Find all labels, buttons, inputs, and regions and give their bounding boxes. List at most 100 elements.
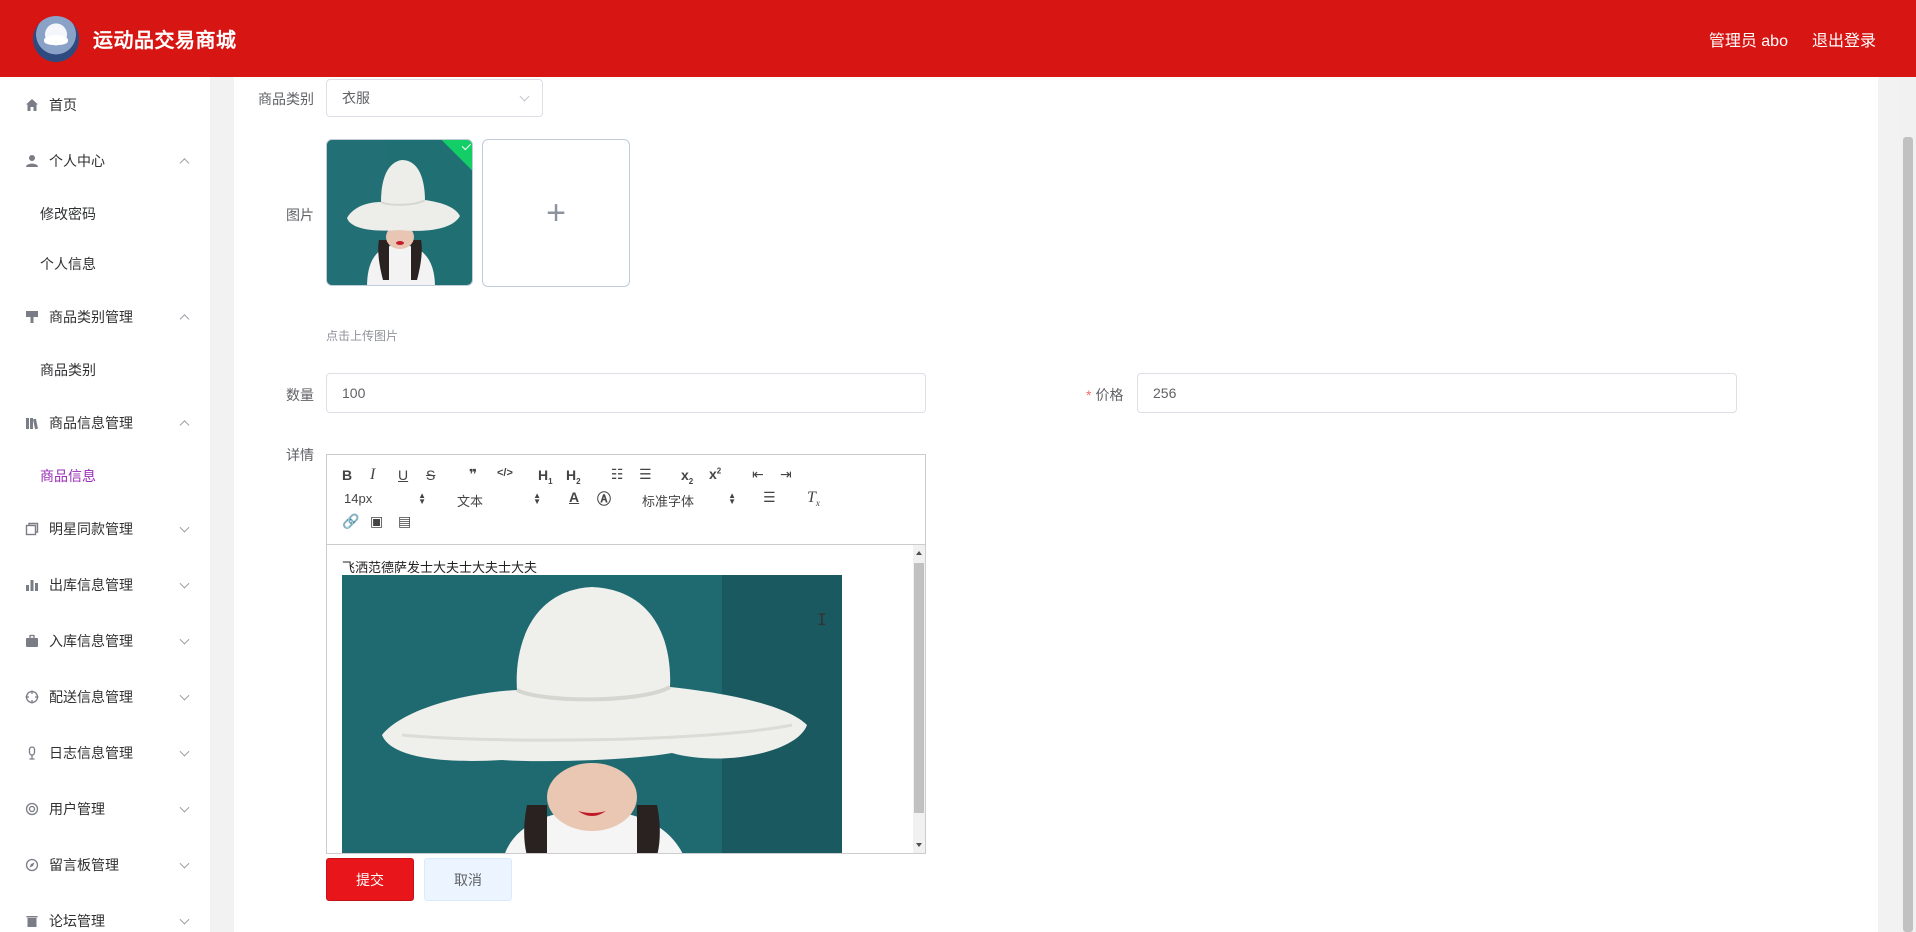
editor-content[interactable]: 飞洒范德萨发士大夫士大夫士大夫 — [327, 545, 915, 853]
outdent-icon[interactable]: ⇤ — [752, 466, 764, 483]
sidebar-item-product-management[interactable]: 商品信息管理 — [0, 395, 210, 451]
header-select[interactable]: 文本 ▲ ▼ — [457, 491, 541, 510]
text-cursor-icon: I — [817, 610, 827, 629]
logout-button[interactable]: 退出登录 — [1812, 27, 1876, 51]
category-select-value: 衣服 — [342, 90, 370, 106]
subscript-icon[interactable]: x2 — [681, 467, 693, 486]
font-family-select[interactable]: 标准字体 ▲ ▼ — [642, 491, 736, 510]
text-color-icon[interactable]: A — [569, 489, 579, 505]
sidebar-item-users[interactable]: 用户管理 — [0, 781, 210, 837]
clear-format-icon[interactable]: Tx — [807, 489, 820, 508]
image-label: 图片 — [286, 207, 314, 223]
code-block-icon[interactable]: </> — [497, 467, 513, 479]
compass-icon — [24, 857, 40, 873]
ordered-list-icon[interactable]: ☷ — [611, 466, 624, 483]
price-label-text: 价格 — [1095, 387, 1124, 403]
bold-icon[interactable]: B — [342, 467, 352, 483]
sidebar-item-personal-center[interactable]: 个人中心 — [0, 133, 210, 189]
suitcase-icon — [24, 633, 40, 649]
editor-toolbar: B I U S ❞ </> H1 H2 ☷ ☰ x2 x2 ⇤ ⇥ 14px ▲… — [327, 455, 925, 545]
sidebar-item-forum[interactable]: 论坛管理 — [0, 893, 210, 932]
sidebar-item-logs[interactable]: 日志信息管理 — [0, 725, 210, 781]
chevron-up-icon — [179, 420, 190, 431]
editor-embedded-image — [342, 575, 842, 853]
chevron-down-icon — [179, 858, 190, 869]
price-input-value: 256 — [1153, 385, 1177, 401]
category-select[interactable]: 衣服 — [326, 79, 543, 117]
sidebar-subitem-personal-info[interactable]: 个人信息 — [0, 239, 210, 289]
image-icon[interactable]: ▣ — [370, 513, 383, 530]
sidebar-item-label: 商品信息管理 — [49, 415, 133, 431]
rich-text-editor[interactable]: B I U S ❞ </> H1 H2 ☷ ☰ x2 x2 ⇤ ⇥ 14px ▲… — [326, 454, 926, 854]
required-asterisk: * — [1086, 387, 1092, 403]
sidebar-subitem-change-password[interactable]: 修改密码 — [0, 189, 210, 239]
chevron-down-icon — [179, 914, 190, 925]
indent-icon[interactable]: ⇥ — [780, 466, 792, 483]
underline-icon[interactable]: U — [398, 467, 408, 483]
admin-user-label: 管理员 abo — [1708, 32, 1788, 50]
superscript-icon[interactable]: x2 — [709, 466, 721, 482]
submit-button[interactable]: 提交 — [326, 858, 414, 901]
sidebar-item-star-products[interactable]: 明星同款管理 — [0, 501, 210, 557]
sidebar-item-message-board[interactable]: 留言板管理 — [0, 837, 210, 893]
chevron-down-icon — [179, 746, 190, 757]
sidebar-subitem-category[interactable]: 商品类别 — [0, 345, 210, 395]
trash-icon — [24, 913, 40, 929]
user-icon — [24, 153, 40, 169]
chevron-up-icon — [179, 314, 190, 325]
align-icon[interactable]: ☰ — [763, 489, 776, 506]
sidebar-item-inbound[interactable]: 入库信息管理 — [0, 613, 210, 669]
cancel-button[interactable]: 取消 — [424, 858, 512, 901]
heading-1-icon[interactable]: H1 — [538, 467, 553, 486]
upload-tip: 点击上传图片 — [326, 329, 399, 343]
aim-icon — [24, 689, 40, 705]
sidebar-item-outbound[interactable]: 出库信息管理 — [0, 557, 210, 613]
strike-icon[interactable]: S — [426, 467, 435, 483]
sidebar-item-label: 留言板管理 — [49, 857, 119, 873]
chevron-down-icon — [179, 690, 190, 701]
sidebar-item-label: 个人中心 — [49, 153, 105, 169]
image-upload-button[interactable]: + — [482, 139, 630, 287]
sidebar: 首页 个人中心 修改密码 个人信息 商品类别管理 商品类别 商品信息管理 商品信… — [0, 77, 210, 932]
price-input[interactable]: 256 — [1137, 373, 1737, 413]
header-select-value: 文本 — [457, 494, 484, 509]
life-ring-icon — [24, 801, 40, 817]
chevron-up-icon — [179, 158, 190, 169]
blockquote-icon[interactable]: ❞ — [469, 466, 477, 483]
bullet-list-icon[interactable]: ☰ — [639, 466, 652, 483]
sidebar-item-label: 商品类别管理 — [49, 309, 133, 325]
page-scrollbar[interactable] — [1900, 77, 1916, 932]
chevron-down-icon — [179, 634, 190, 645]
editor-scrollbar[interactable] — [913, 545, 925, 853]
detail-label: 详情 — [286, 447, 314, 463]
sidebar-item-home[interactable]: 首页 — [0, 77, 210, 133]
site-logo — [33, 15, 79, 62]
books-icon — [24, 415, 40, 431]
heading-2-icon[interactable]: H2 — [566, 467, 581, 486]
sidebar-item-category-management[interactable]: 商品类别管理 — [0, 289, 210, 345]
mic-icon — [24, 745, 40, 761]
italic-icon[interactable]: I — [370, 466, 375, 484]
link-icon[interactable]: 🔗 — [342, 513, 359, 530]
video-icon[interactable]: ▤ — [398, 513, 411, 530]
quantity-input[interactable]: 100 — [326, 373, 926, 413]
quantity-input-value: 100 — [342, 385, 366, 401]
sidebar-item-delivery[interactable]: 配送信息管理 — [0, 669, 210, 725]
quantity-label: 数量 — [286, 387, 314, 403]
sidebar-item-label: 明星同款管理 — [49, 521, 133, 537]
brush-icon — [24, 309, 40, 325]
sidebar-item-label: 配送信息管理 — [49, 689, 133, 705]
background-color-icon[interactable]: Ⓐ — [597, 489, 611, 509]
sidebar-item-label: 论坛管理 — [49, 913, 105, 929]
font-family-value: 标准字体 — [642, 494, 695, 509]
font-size-select[interactable]: 14px ▲ ▼ — [344, 491, 426, 506]
chevron-down-icon — [179, 578, 190, 589]
plus-icon: + — [546, 193, 566, 232]
bar-chart-icon — [24, 577, 40, 593]
category-label: 商品类别 — [258, 91, 314, 107]
chevron-down-icon — [179, 802, 190, 813]
uploaded-image-thumbnail[interactable] — [326, 139, 473, 286]
copy-icon — [24, 521, 40, 537]
chevron-down-icon — [519, 91, 530, 102]
sidebar-subitem-product-info[interactable]: 商品信息 — [0, 451, 210, 501]
